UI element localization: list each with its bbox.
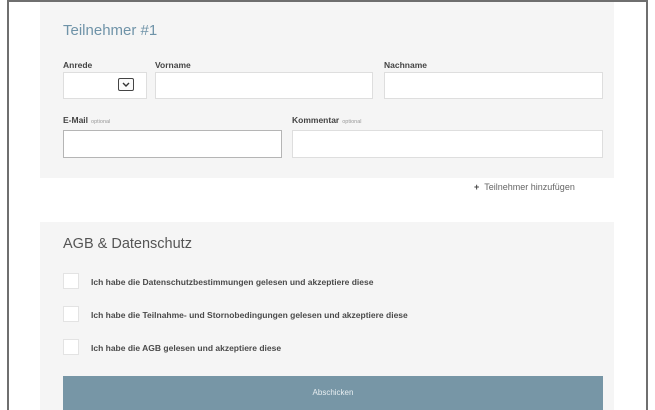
firstname-field[interactable] xyxy=(155,72,373,99)
add-participant-label: Teilnehmer hinzufügen xyxy=(484,182,575,192)
comment-optional-hint: optional xyxy=(342,119,362,125)
email-input[interactable] xyxy=(64,131,281,157)
chevron-down-icon xyxy=(122,82,130,87)
window-left-border xyxy=(0,0,9,410)
comment-label: Kommentar optional xyxy=(292,115,362,125)
agb-checkbox-label: Ich habe die AGB gelesen und akzeptiere … xyxy=(91,343,282,353)
salutation-select[interactable] xyxy=(63,72,147,99)
firstname-input[interactable] xyxy=(156,73,372,98)
comment-label-text: Kommentar xyxy=(292,115,340,125)
privacy-checkbox[interactable] xyxy=(63,273,79,289)
terms-title: AGB & Datenschutz xyxy=(63,236,192,252)
participation-checkbox-label: Ich habe die Teilnahme- und Stornobeding… xyxy=(91,310,408,320)
agb-checkbox[interactable] xyxy=(63,339,79,355)
participation-checkbox[interactable] xyxy=(63,306,79,322)
lastname-field[interactable] xyxy=(384,72,603,99)
salutation-dropdown-button[interactable] xyxy=(118,78,134,91)
lastname-input[interactable] xyxy=(385,73,602,98)
email-optional-hint: optional xyxy=(91,119,111,125)
window-right-border xyxy=(646,0,655,410)
privacy-checkbox-label: Ich habe die Datenschutzbestimmungen gel… xyxy=(91,277,374,287)
email-label-text: E-Mail xyxy=(63,115,89,125)
comment-input[interactable] xyxy=(293,131,602,157)
salutation-label: Anrede xyxy=(63,60,93,70)
comment-field[interactable] xyxy=(292,130,603,158)
add-participant-link[interactable]: + Teilnehmer hinzufügen xyxy=(474,182,575,192)
email-field[interactable] xyxy=(63,130,282,158)
participant-title: Teilnehmer #1 xyxy=(63,22,158,39)
firstname-label: Vorname xyxy=(155,60,191,70)
plus-icon: + xyxy=(474,182,480,192)
lastname-label: Nachname xyxy=(384,60,427,70)
submit-button[interactable]: Abschicken xyxy=(63,376,603,410)
email-label: E-Mail optional xyxy=(63,115,110,125)
